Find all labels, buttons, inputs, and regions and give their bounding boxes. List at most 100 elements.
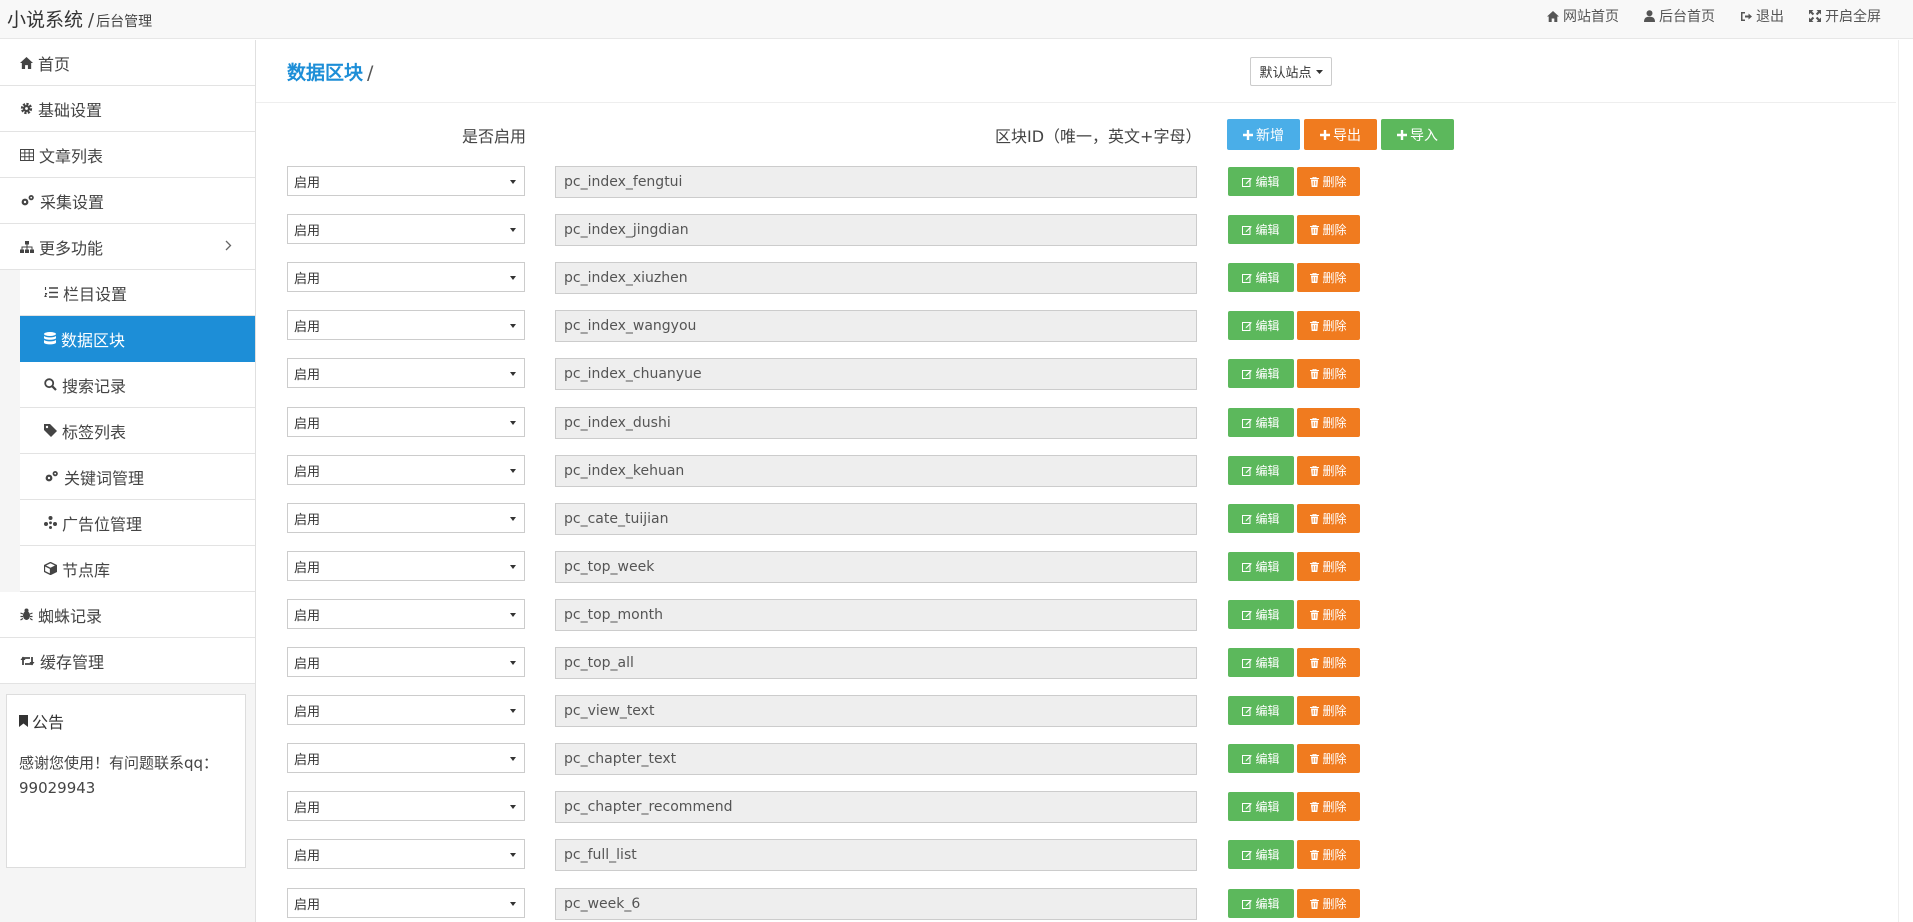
sidebar-item-basic-settings[interactable]: 基础设置 [0, 86, 255, 132]
status-select[interactable]: 启用 [287, 647, 525, 677]
delete-button[interactable]: 删除 [1297, 456, 1360, 485]
brand[interactable]: 小说系统 / 后台管理 [7, 5, 152, 32]
edit-button[interactable]: 编辑 [1228, 889, 1294, 918]
edit-button[interactable]: 编辑 [1228, 744, 1294, 773]
edit-button[interactable]: 编辑 [1228, 552, 1294, 581]
delete-button[interactable]: 删除 [1297, 263, 1360, 292]
edit-button-label: 编辑 [1255, 752, 1280, 766]
delete-button[interactable]: 删除 [1297, 889, 1360, 918]
block-id-input[interactable]: pc_week_6 [555, 888, 1197, 920]
block-id-input[interactable]: pc_index_kehuan [555, 455, 1197, 487]
block-id-input[interactable]: pc_view_text [555, 695, 1197, 727]
delete-button[interactable]: 删除 [1297, 215, 1360, 244]
edit-button[interactable]: 编辑 [1228, 311, 1294, 340]
status-select[interactable]: 启用 [287, 599, 525, 629]
edit-button[interactable]: 编辑 [1228, 215, 1294, 244]
status-select-value: 启用 [294, 367, 321, 383]
status-select[interactable]: 启用 [287, 407, 525, 437]
edit-button[interactable]: 编辑 [1228, 792, 1294, 821]
sidebar-item-home[interactable]: 首页 [0, 40, 255, 86]
delete-button[interactable]: 删除 [1297, 840, 1360, 869]
delete-button[interactable]: 删除 [1297, 167, 1360, 196]
trash-icon [1310, 320, 1320, 331]
block-id-value: pc_full_list [564, 847, 637, 863]
edit-button[interactable]: 编辑 [1228, 600, 1294, 629]
sidebar-subitem-tag-list[interactable]: 标签列表 [20, 408, 255, 454]
sidebar-item-label: 采集设置 [40, 192, 105, 212]
sidebar-item-cache-management[interactable]: 缓存管理 [0, 638, 255, 684]
block-id-input[interactable]: pc_chapter_text [555, 743, 1197, 775]
status-select[interactable]: 启用 [287, 166, 525, 196]
edit-button[interactable]: 编辑 [1228, 840, 1294, 869]
add-button-label: 新增 [1256, 127, 1284, 144]
sidebar-item-collect-settings[interactable]: 采集设置 [0, 178, 255, 224]
delete-button[interactable]: 删除 [1297, 552, 1360, 581]
status-select[interactable]: 启用 [287, 888, 525, 918]
status-select[interactable]: 启用 [287, 262, 525, 292]
delete-button[interactable]: 删除 [1297, 744, 1360, 773]
sidebar-subitem-node-library[interactable]: 节点库 [20, 546, 255, 592]
sidebar-subitem-ad-management[interactable]: 广告位管理 [20, 500, 255, 546]
block-id-input[interactable]: pc_top_all [555, 647, 1197, 679]
nav-logout[interactable]: 退出 [1740, 6, 1784, 26]
delete-button[interactable]: 删除 [1297, 311, 1360, 340]
export-button[interactable]: 导出 [1304, 119, 1377, 150]
nav-admin-home[interactable]: 后台首页 [1644, 6, 1715, 26]
status-select[interactable]: 启用 [287, 214, 525, 244]
sidebar-subitem-search-records[interactable]: 搜索记录 [20, 362, 255, 408]
block-id-input[interactable]: pc_index_chuanyue [555, 358, 1197, 390]
status-select[interactable]: 启用 [287, 455, 525, 485]
delete-button[interactable]: 删除 [1297, 359, 1360, 388]
edit-button[interactable]: 编辑 [1228, 263, 1294, 292]
sidebar-subitem-data-blocks[interactable]: 数据区块 [20, 316, 255, 362]
edit-button-label: 编辑 [1255, 800, 1280, 814]
status-select[interactable]: 启用 [287, 695, 525, 725]
status-select[interactable]: 启用 [287, 791, 525, 821]
block-id-input[interactable]: pc_index_wangyou [555, 310, 1197, 342]
block-id-input[interactable]: pc_index_xiuzhen [555, 262, 1197, 294]
import-button[interactable]: 导入 [1381, 119, 1454, 150]
delete-button[interactable]: 删除 [1297, 408, 1360, 437]
block-id-input[interactable]: pc_index_jingdian [555, 214, 1197, 246]
sidebar-subitem-keyword-management[interactable]: 关键词管理 [20, 454, 255, 500]
status-select[interactable]: 启用 [287, 839, 525, 869]
edit-button[interactable]: 编辑 [1228, 648, 1294, 677]
block-id-input[interactable]: pc_cate_tuijian [555, 503, 1197, 535]
delete-button[interactable]: 删除 [1297, 504, 1360, 533]
status-select[interactable]: 启用 [287, 503, 525, 533]
vertical-scrollbar[interactable] [1898, 40, 1913, 922]
delete-button[interactable]: 删除 [1297, 792, 1360, 821]
block-id-input[interactable]: pc_index_fengtui [555, 166, 1197, 198]
status-select[interactable]: 启用 [287, 358, 525, 388]
block-id-input[interactable]: pc_full_list [555, 839, 1197, 871]
caret-down-icon [510, 372, 516, 376]
block-id-input[interactable]: pc_top_month [555, 599, 1197, 631]
sidebar-item-label: 标签列表 [62, 422, 127, 442]
nav-site-home[interactable]: 网站首页 [1547, 6, 1619, 26]
block-id-input[interactable]: pc_index_dushi [555, 407, 1197, 439]
delete-button[interactable]: 删除 [1297, 648, 1360, 677]
edit-button[interactable]: 编辑 [1228, 696, 1294, 725]
block-id-input[interactable]: pc_chapter_recommend [555, 791, 1197, 823]
sidebar-item-article-list[interactable]: 文章列表 [0, 132, 255, 178]
sidebar-subitem-column-settings[interactable]: 栏目设置 [20, 270, 255, 316]
sidebar-item-spider-records[interactable]: 蜘蛛记录 [0, 592, 255, 638]
status-select[interactable]: 启用 [287, 743, 525, 773]
add-button[interactable]: 新增 [1227, 119, 1300, 150]
edit-button[interactable]: 编辑 [1228, 408, 1294, 437]
status-select[interactable]: 启用 [287, 551, 525, 581]
edit-button[interactable]: 编辑 [1228, 504, 1294, 533]
main-content: 数据区块 / 默认站点 是否启用 区块ID（唯一，英文+字母） 新增 导出 导入 … [256, 40, 1913, 922]
block-id-input[interactable]: pc_top_week [555, 551, 1197, 583]
edit-button[interactable]: 编辑 [1228, 167, 1294, 196]
edit-button[interactable]: 编辑 [1228, 359, 1294, 388]
edit-button[interactable]: 编辑 [1228, 456, 1294, 485]
status-select[interactable]: 启用 [287, 310, 525, 340]
sidebar-item-more-features[interactable]: 更多功能 [0, 224, 255, 270]
nav-fullscreen[interactable]: 开启全屏 [1809, 6, 1881, 26]
sidebar-item-label: 广告位管理 [62, 514, 143, 534]
delete-button[interactable]: 删除 [1297, 696, 1360, 725]
delete-button[interactable]: 删除 [1297, 600, 1360, 629]
block-id-value: pc_chapter_text [564, 751, 677, 767]
site-select-dropdown[interactable]: 默认站点 [1250, 57, 1332, 86]
